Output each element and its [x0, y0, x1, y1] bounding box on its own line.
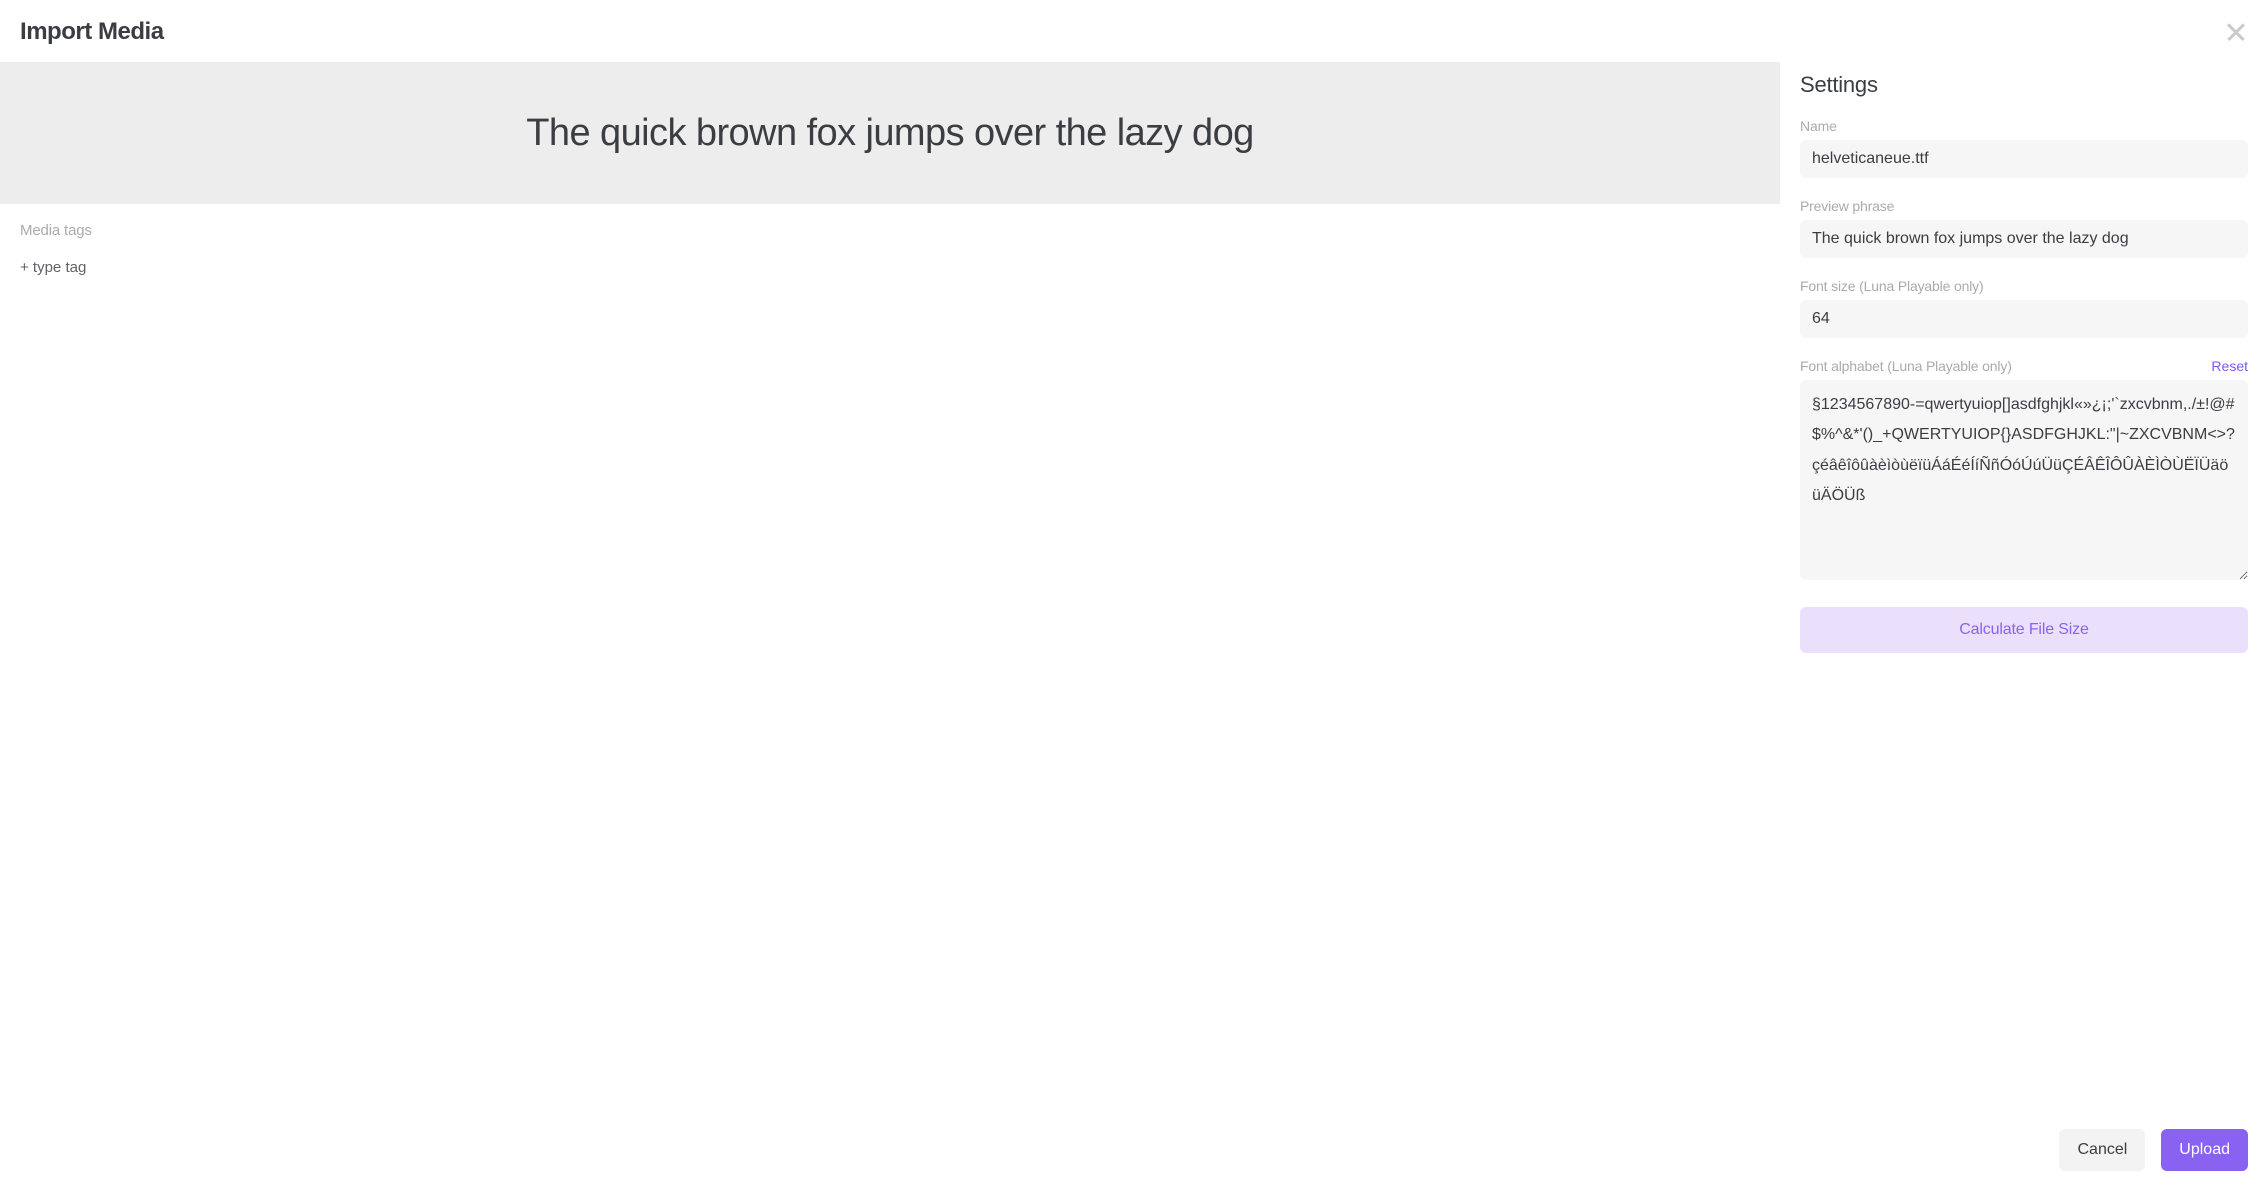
font-alphabet-label: Font alphabet (Luna Playable only)	[1800, 358, 2012, 374]
add-tag-button[interactable]: + type tag	[20, 259, 86, 276]
media-tags-label: Media tags	[20, 222, 1760, 239]
name-input[interactable]	[1800, 140, 2248, 178]
preview-phrase-label: Preview phrase	[1800, 198, 1894, 214]
font-size-input[interactable]	[1800, 300, 2248, 338]
import-media-modal: Import Media The quick brown fox jumps o…	[0, 0, 2268, 1189]
modal-title: Import Media	[20, 18, 164, 46]
upload-button[interactable]: Upload	[2161, 1129, 2248, 1171]
media-tags-section: Media tags + type tag	[0, 204, 1780, 295]
cancel-button[interactable]: Cancel	[2059, 1129, 2145, 1171]
font-size-label: Font size (Luna Playable only)	[1800, 278, 1984, 294]
settings-panel: Settings Name Preview phrase Font size (…	[1800, 62, 2268, 1189]
close-icon[interactable]	[2224, 20, 2248, 44]
preview-phrase-field: Preview phrase	[1800, 198, 2248, 258]
font-preview-area: The quick brown fox jumps over the lazy …	[0, 62, 1780, 204]
modal-footer: Cancel Upload	[1800, 1109, 2248, 1171]
modal-body: The quick brown fox jumps over the lazy …	[0, 62, 2268, 1189]
modal-header: Import Media	[0, 0, 2268, 62]
name-label: Name	[1800, 118, 1837, 134]
settings-title: Settings	[1800, 72, 2248, 98]
font-alphabet-textarea[interactable]	[1800, 380, 2248, 580]
name-field: Name	[1800, 118, 2248, 178]
left-panel: The quick brown fox jumps over the lazy …	[0, 62, 1780, 1189]
font-alphabet-field: Font alphabet (Luna Playable only) Reset	[1800, 358, 2248, 585]
font-alphabet-reset-button[interactable]: Reset	[2211, 358, 2248, 374]
font-size-field: Font size (Luna Playable only)	[1800, 278, 2248, 338]
preview-phrase-input[interactable]	[1800, 220, 2248, 258]
calculate-file-size-button[interactable]: Calculate File Size	[1800, 607, 2248, 653]
font-preview-text: The quick brown fox jumps over the lazy …	[526, 112, 1253, 155]
